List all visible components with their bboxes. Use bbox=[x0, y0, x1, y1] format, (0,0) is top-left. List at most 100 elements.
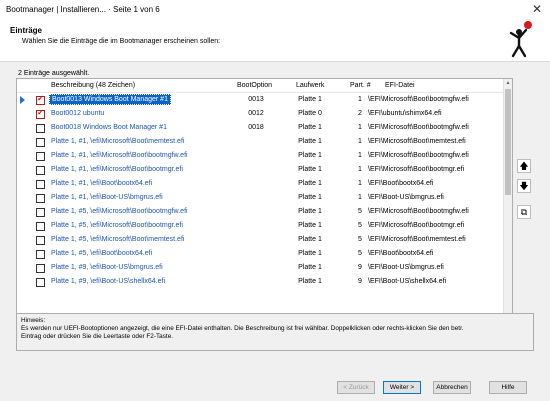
entry-efi-file: \EFI\Microsoft\Boot\bootmgr.efi bbox=[368, 166, 465, 173]
list-row[interactable]: Platte 1, #1, \efi\Microsoft\Boot\memtes… bbox=[17, 135, 502, 149]
entry-description[interactable]: Platte 1, #9, \efi\Boot-US\bmgrus.efi bbox=[51, 264, 163, 271]
list-row[interactable]: Platte 1, #9, \efi\Boot-US\shellx64.efi P… bbox=[17, 275, 502, 289]
entry-drive: Platte 1 bbox=[298, 264, 322, 271]
checkmark-icon: ✓ bbox=[37, 108, 44, 117]
entry-efi-file: \EFI\Boot-US\bmgrus.efi bbox=[368, 194, 444, 201]
list-row[interactable]: Platte 1, #5, \efi\Microsoft\Boot\memtes… bbox=[17, 233, 502, 247]
entry-efi-file: \EFI\Microsoft\Boot\bootmgfw.efi bbox=[368, 152, 469, 159]
column-header-part[interactable]: Part. # bbox=[350, 82, 371, 89]
list-row[interactable]: Platte 1, #5, \efi\Boot\bootx64.efi Platt… bbox=[17, 247, 502, 261]
window-title: Bootmanager | Installieren... · Seite 1 … bbox=[6, 5, 160, 14]
vertical-scrollbar[interactable]: ▲ ▼ bbox=[503, 79, 512, 350]
entry-description[interactable]: Platte 1, #5, \efi\Microsoft\Boot\bootmg… bbox=[51, 208, 188, 215]
entry-checkbox[interactable] bbox=[36, 152, 45, 161]
entry-drive: Platte 0 bbox=[298, 110, 322, 117]
entry-checkbox[interactable] bbox=[36, 222, 45, 231]
page-title: Einträge bbox=[10, 26, 43, 35]
entry-drive: Platte 1 bbox=[298, 208, 322, 215]
help-button[interactable]: Hilfe bbox=[489, 381, 527, 394]
list-row[interactable]: Boot0018 Windows Boot Manager #1 0018 Plat… bbox=[17, 121, 502, 135]
entry-efi-file: \EFI\Microsoft\Boot\bootmgfw.efi bbox=[368, 124, 469, 131]
list-row[interactable]: Platte 1, #1, \efi\Microsoft\Boot\bootmg… bbox=[17, 163, 502, 177]
entry-checkbox[interactable] bbox=[36, 250, 45, 259]
entry-checkbox[interactable] bbox=[36, 236, 45, 245]
entry-checkbox[interactable] bbox=[36, 180, 45, 189]
column-header-description[interactable]: Beschreibung (48 Zeichen) bbox=[51, 82, 135, 89]
column-header-bootoption[interactable]: BootOption bbox=[237, 82, 272, 89]
list-row[interactable]: Platte 1, #9, \efi\Boot-US\bmgrus.efi Pla… bbox=[17, 261, 502, 275]
entry-description[interactable]: Platte 1, #1, \efi\Microsoft\Boot\bootmg… bbox=[51, 152, 188, 159]
wizard-content: 2 Einträge ausgewählt. Beschreibung (48 … bbox=[0, 62, 550, 401]
list-row[interactable]: Platte 1, #5, \efi\Microsoft\Boot\bootmg… bbox=[17, 205, 502, 219]
current-row-pointer-icon bbox=[20, 96, 25, 104]
list-header: Beschreibung (48 Zeichen) BootOption Lau… bbox=[17, 79, 510, 93]
list-row[interactable]: ✓ Boot0013 Windows Boot Manager #1 0013 Pla… bbox=[17, 93, 502, 107]
entry-drive: Platte 1 bbox=[298, 222, 322, 229]
entry-description[interactable]: Platte 1, #1, \efi\Microsoft\Boot\bootmg… bbox=[51, 166, 183, 173]
entry-efi-file: \EFI\Microsoft\Boot\bootmgr.efi bbox=[368, 222, 465, 229]
entry-checkbox[interactable] bbox=[36, 194, 45, 203]
entry-drive: Platte 1 bbox=[298, 180, 322, 187]
entry-drive: Platte 1 bbox=[298, 236, 322, 243]
entry-efi-file: \EFI\Boot\bootx64.efi bbox=[368, 180, 434, 187]
move-down-button[interactable]: 🡇 bbox=[517, 179, 531, 193]
entry-efi-file: \EFI\Microsoft\Boot\memtest.efi bbox=[368, 138, 466, 145]
entry-description[interactable]: Boot0018 Windows Boot Manager #1 bbox=[51, 124, 167, 131]
scroll-thumb[interactable] bbox=[505, 89, 511, 195]
list-row[interactable]: Platte 1, #1, \efi\Microsoft\Boot\bootmg… bbox=[17, 149, 502, 163]
list-row[interactable]: Platte 1, #1, \efi\Boot-US\bmgrus.efi Pla… bbox=[17, 191, 502, 205]
scroll-up-icon[interactable]: ▲ bbox=[504, 80, 512, 86]
hint-box: Hinweis: Es werden nur UEFI-Bootoptionen… bbox=[16, 313, 534, 351]
entry-description[interactable]: Platte 1, #9, \efi\Boot-US\shellx64.efi bbox=[51, 278, 165, 285]
entry-description[interactable]: Platte 1, #5, \efi\Microsoft\Boot\bootmg… bbox=[51, 222, 183, 229]
selection-count: 2 Einträge ausgewählt. bbox=[18, 70, 90, 77]
page-subtitle: Wählen Sie die Einträge die im Bootmanag… bbox=[22, 38, 221, 45]
list-row[interactable]: Platte 1, #1, \efi\Boot\bootx64.efi Platt… bbox=[17, 177, 502, 191]
arrow-down-icon: 🡇 bbox=[519, 181, 529, 191]
column-header-drive[interactable]: Laufwerk bbox=[296, 82, 324, 89]
hint-line-2: Eintrag oder drücken Sie die Leertaste o… bbox=[21, 333, 174, 340]
wizard-header: Einträge Wählen Sie die Einträge die im … bbox=[0, 19, 550, 62]
entry-bootoption: 0012 bbox=[248, 110, 264, 117]
boot-us-logo-icon bbox=[509, 21, 532, 58]
entry-description[interactable]: Platte 1, #1, \efi\Boot-US\bmgrus.efi bbox=[51, 194, 163, 201]
entry-bootoption: 0013 bbox=[248, 96, 264, 103]
entry-description[interactable]: Platte 1, #1, \efi\Microsoft\Boot\memtes… bbox=[51, 138, 184, 145]
next-button[interactable]: Weiter > bbox=[383, 381, 421, 394]
entry-description[interactable]: Platte 1, #5, \efi\Boot\bootx64.efi bbox=[51, 250, 152, 257]
list-row[interactable]: ✓ Boot0012 ubuntu 0012 Platte 0 2 \EFI\ubuntu… bbox=[17, 107, 502, 121]
entry-efi-file: \EFI\Microsoft\Boot\memtest.efi bbox=[368, 236, 466, 243]
entry-drive: Platte 1 bbox=[298, 124, 322, 131]
list-row[interactable]: Platte 1, #5, \efi\Microsoft\Boot\bootmg… bbox=[17, 219, 502, 233]
entry-description[interactable]: Boot0012 ubuntu bbox=[51, 110, 104, 117]
move-up-button[interactable]: 🡅 bbox=[517, 159, 531, 173]
cancel-button[interactable]: Abbrechen bbox=[433, 381, 471, 394]
entry-checkbox[interactable] bbox=[36, 124, 45, 133]
entry-efi-file: \EFI\Microsoft\Boot\bootmgfw.efi bbox=[368, 208, 469, 215]
entry-checkbox[interactable]: ✓ bbox=[36, 108, 45, 119]
entry-efi-file: \EFI\Boot-US\bmgrus.efi bbox=[368, 264, 444, 271]
entry-efi-file: \EFI\Boot\bootx64.efi bbox=[368, 250, 434, 257]
entry-checkbox[interactable] bbox=[36, 208, 45, 217]
entry-checkbox[interactable]: ✓ bbox=[36, 94, 45, 105]
entry-efi-file: \EFI\ubuntu\shimx64.efi bbox=[368, 110, 442, 117]
entry-description[interactable]: Boot0013 Windows Boot Manager #1 bbox=[49, 94, 171, 105]
entry-checkbox[interactable] bbox=[36, 138, 45, 147]
entry-checkbox[interactable] bbox=[36, 264, 45, 273]
entry-drive: Platte 1 bbox=[298, 166, 322, 173]
entry-checkbox[interactable] bbox=[36, 278, 45, 287]
entry-description[interactable]: Platte 1, #1, \efi\Boot\bootx64.efi bbox=[51, 180, 152, 187]
entry-efi-file: \EFI\Microsoft\Boot\bootmgfw.efi bbox=[368, 96, 469, 103]
hint-label: Hinweis: bbox=[21, 317, 46, 324]
entry-drive: Platte 1 bbox=[298, 250, 322, 257]
entry-drive: Platte 1 bbox=[298, 138, 322, 145]
back-button[interactable]: < Zurück bbox=[337, 381, 375, 394]
close-icon[interactable]: ✕ bbox=[530, 2, 544, 16]
hint-line-1: Es werden nur UEFI-Bootoptionen angezeig… bbox=[21, 325, 464, 332]
column-header-efi[interactable]: EFI-Datei bbox=[385, 82, 415, 89]
entry-description[interactable]: Platte 1, #5, \efi\Microsoft\Boot\memtes… bbox=[51, 236, 184, 243]
copy-icon: ⧉ bbox=[520, 207, 528, 217]
entry-checkbox[interactable] bbox=[36, 166, 45, 175]
entries-list[interactable]: Beschreibung (48 Zeichen) BootOption Lau… bbox=[16, 78, 513, 351]
copy-entry-button[interactable]: ⧉ bbox=[517, 205, 531, 219]
